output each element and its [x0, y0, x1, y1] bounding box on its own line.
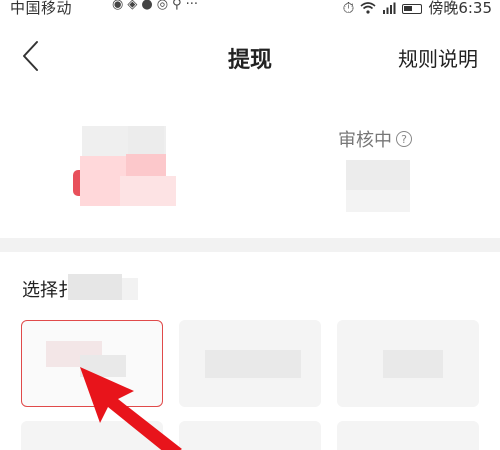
nav-bar: 提现 规则说明	[0, 24, 500, 88]
label-redacted	[68, 274, 122, 300]
carrier-name: 中国移动	[10, 0, 73, 17]
pending-amount-redacted	[346, 190, 410, 212]
clock-time: 傍晚6:35	[428, 0, 492, 17]
amount-option-2[interactable]	[179, 320, 321, 407]
battery-icon	[402, 3, 423, 14]
amount-option-5[interactable]	[179, 421, 321, 450]
annotation-arrow-icon	[80, 367, 182, 450]
amount-option-text-redacted	[383, 350, 443, 378]
notification-icons: ◉ ◈ ● ◎ ⚲ ···	[112, 0, 198, 12]
status-bar: 中国移动 ◉ ◈ ● ◎ ⚲ ··· ⏱ 傍晚6:35	[0, 0, 500, 18]
wifi-icon	[360, 1, 376, 14]
app-notification-icon: ◈	[127, 0, 138, 12]
rules-link[interactable]: 规则说明	[398, 43, 478, 72]
balance-amount-redacted	[80, 126, 180, 206]
section-divider	[0, 238, 500, 252]
more-dots-icon: ···	[185, 0, 198, 12]
review-status: 审核中 ?	[338, 126, 412, 152]
location-pin-icon: ⚲	[172, 0, 182, 12]
amount-option-3[interactable]	[337, 320, 479, 407]
review-status-label: 审核中	[338, 130, 392, 151]
signal-icon	[383, 2, 396, 14]
balance-area: 审核中 ?	[0, 100, 500, 238]
amount-option-text-redacted	[205, 350, 301, 378]
app-notification-icon: ◉	[112, 0, 124, 12]
status-right: ⏱ 傍晚6:35	[343, 0, 492, 18]
chat-bubble-icon: ●	[141, 0, 153, 12]
label-redacted	[122, 278, 138, 300]
app-notification-icon: ◎	[156, 0, 169, 12]
alarm-icon: ⏱	[342, 0, 355, 17]
help-icon[interactable]: ?	[396, 131, 412, 147]
amount-option-6[interactable]	[337, 421, 479, 450]
